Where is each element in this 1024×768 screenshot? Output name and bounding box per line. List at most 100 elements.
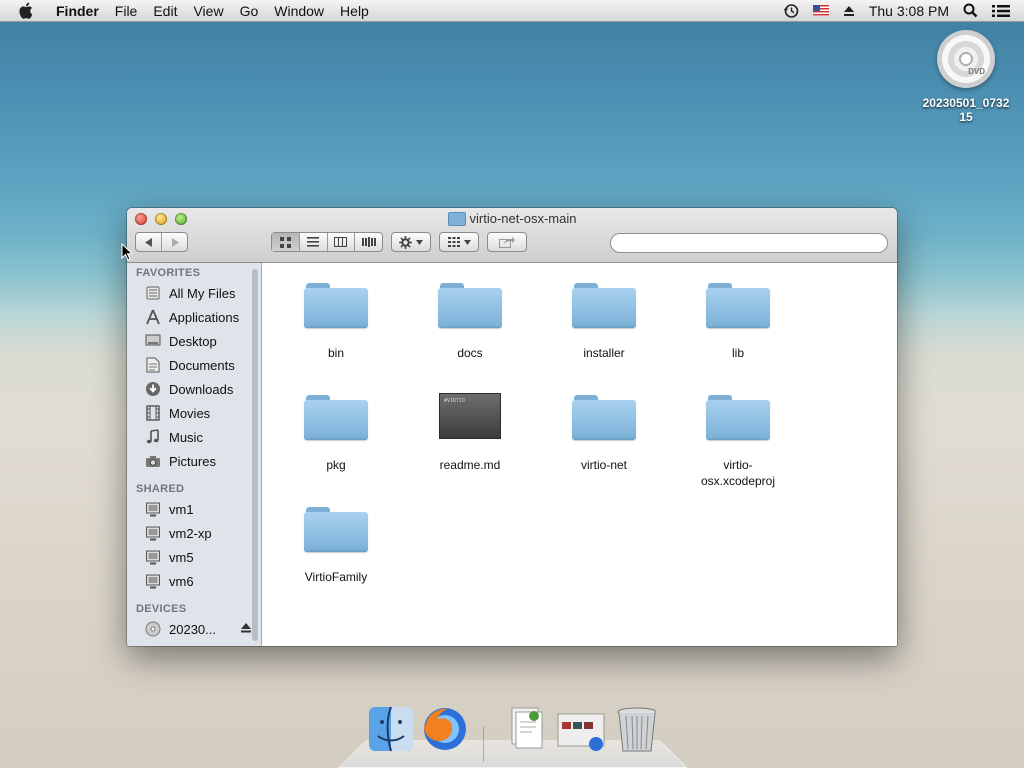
- cover-flow-icon: [361, 237, 376, 247]
- list-view-button[interactable]: [300, 233, 328, 251]
- back-button[interactable]: [136, 233, 162, 251]
- file-name: virtio-osx.xcodeproj: [700, 458, 776, 488]
- sidebar-item-label: vm5: [169, 549, 194, 565]
- sidebar-item-desktop[interactable]: Desktop: [127, 329, 261, 353]
- folder-icon: [706, 279, 770, 329]
- eject-icon[interactable]: [241, 622, 251, 636]
- sidebar-scrollbar[interactable]: [252, 269, 258, 641]
- finder-icon[interactable]: [366, 704, 416, 754]
- sidebar-item-label: Desktop: [169, 333, 217, 349]
- sidebar-item-downloads[interactable]: Downloads: [127, 377, 261, 401]
- file-name: virtio-net: [580, 458, 627, 472]
- file-name: bin: [327, 346, 344, 360]
- dock: [338, 706, 688, 768]
- chevron-down-icon: [463, 239, 471, 245]
- sidebar-item-label: Music: [169, 429, 203, 445]
- window-title: virtio-net-osx-main: [127, 211, 897, 226]
- sidebar-item-music[interactable]: Music: [127, 425, 261, 449]
- search-input[interactable]: [610, 233, 888, 253]
- icon-view-button[interactable]: [272, 233, 300, 251]
- all-files-icon: [145, 285, 161, 301]
- action-menu-button[interactable]: [391, 232, 431, 252]
- file-item-pkg[interactable]: pkg: [281, 391, 391, 473]
- sidebar-header-devices: DEVICES: [136, 603, 187, 615]
- file-item-readme[interactable]: #VIRTIO readme.md: [415, 391, 525, 473]
- folder-icon: [572, 279, 636, 329]
- spotlight-icon[interactable]: [963, 3, 978, 18]
- folder-icon: [304, 503, 368, 553]
- trash-icon[interactable]: [614, 704, 664, 754]
- sidebar-item-vm6[interactable]: vm6: [127, 569, 261, 593]
- markdown-document-icon: #VIRTIO: [439, 393, 501, 439]
- sidebar-item-label: Applications: [169, 309, 240, 325]
- folder-icon: [438, 279, 502, 329]
- file-item-bin[interactable]: bin: [281, 279, 391, 361]
- file-item-lib[interactable]: lib: [683, 279, 793, 361]
- folder-icon: [447, 211, 466, 226]
- applications-icon: [145, 309, 161, 325]
- sidebar: FAVORITES All My Files Applications Desk…: [127, 263, 262, 646]
- sidebar-item-label: vm6: [169, 573, 194, 589]
- time-machine-icon[interactable]: [783, 3, 799, 19]
- sidebar-item-vm2-xp[interactable]: vm2-xp: [127, 521, 261, 545]
- icon-view-icon: [279, 236, 291, 248]
- list-view-icon: [307, 237, 320, 247]
- arrange-grid-icon: [447, 237, 460, 247]
- file-name: docs: [457, 346, 483, 360]
- documents-icon: [145, 357, 161, 373]
- folder-icon: [572, 391, 636, 441]
- sidebar-item-documents[interactable]: Documents: [127, 353, 261, 377]
- file-grid: bin docs installer lib pkg #VIRTIO readm…: [262, 263, 897, 646]
- file-name: pkg: [326, 458, 346, 472]
- sidebar-item-movies[interactable]: Movies: [127, 401, 261, 425]
- downloads-stack-icon[interactable]: [556, 704, 606, 754]
- network-computer-icon: [145, 501, 161, 517]
- menu-file[interactable]: File: [107, 0, 146, 22]
- menu-app-finder[interactable]: Finder: [52, 0, 107, 22]
- apple-menu-icon[interactable]: [18, 2, 38, 19]
- forward-button[interactable]: [162, 233, 187, 251]
- sidebar-header-shared: SHARED: [136, 483, 185, 495]
- notification-list-icon[interactable]: [992, 4, 1010, 18]
- sidebar-item-applications[interactable]: Applications: [127, 305, 261, 329]
- downloads-icon: [145, 381, 161, 397]
- sidebar-item-label: vm2-xp: [169, 525, 212, 541]
- back-forward-control: [135, 232, 188, 252]
- menu-window[interactable]: Window: [266, 0, 332, 22]
- view-mode-control: [271, 232, 383, 252]
- network-computer-icon: [145, 549, 161, 565]
- file-item-docs[interactable]: docs: [415, 279, 525, 361]
- menu-help[interactable]: Help: [332, 0, 377, 22]
- file-item-xcodeproj[interactable]: virtio-osx.xcodeproj: [683, 391, 793, 489]
- column-view-button[interactable]: [328, 233, 356, 251]
- sidebar-item-label: Documents: [169, 357, 235, 373]
- documents-stack-icon[interactable]: [506, 704, 556, 754]
- sidebar-item-pictures[interactable]: Pictures: [127, 449, 261, 473]
- arrange-menu-button[interactable]: [439, 232, 479, 252]
- menu-go[interactable]: Go: [232, 0, 267, 22]
- sidebar-item-vm1[interactable]: vm1: [127, 497, 261, 521]
- cover-flow-button[interactable]: [355, 233, 382, 251]
- menu-view[interactable]: View: [185, 0, 231, 22]
- file-item-installer[interactable]: installer: [549, 279, 659, 361]
- file-item-virtio-net[interactable]: virtio-net: [549, 391, 659, 473]
- desktop-dvd-item[interactable]: DVD 20230501_073215: [920, 30, 1012, 124]
- sidebar-item-label: All My Files: [169, 285, 236, 301]
- menu-clock[interactable]: Thu 3:08 PM: [869, 3, 949, 19]
- folder-icon: [304, 391, 368, 441]
- file-item-virtiofamily[interactable]: VirtioFamily: [281, 503, 391, 585]
- movies-icon: [145, 405, 161, 421]
- sidebar-item-dvd[interactable]: 20230...: [127, 617, 261, 641]
- folder-icon: [304, 279, 368, 329]
- us-flag-icon[interactable]: [812, 5, 829, 16]
- sidebar-item-all-my-files[interactable]: All My Files: [127, 281, 261, 305]
- share-button[interactable]: [487, 232, 527, 252]
- disc-icon: [145, 621, 161, 637]
- eject-icon[interactable]: [843, 5, 855, 17]
- column-view-icon: [334, 237, 348, 247]
- chevron-down-icon: [416, 239, 423, 245]
- sidebar-item-label: 20230...: [169, 621, 216, 637]
- menu-edit[interactable]: Edit: [145, 0, 185, 22]
- firefox-icon[interactable]: [420, 704, 470, 754]
- sidebar-item-vm5[interactable]: vm5: [127, 545, 261, 569]
